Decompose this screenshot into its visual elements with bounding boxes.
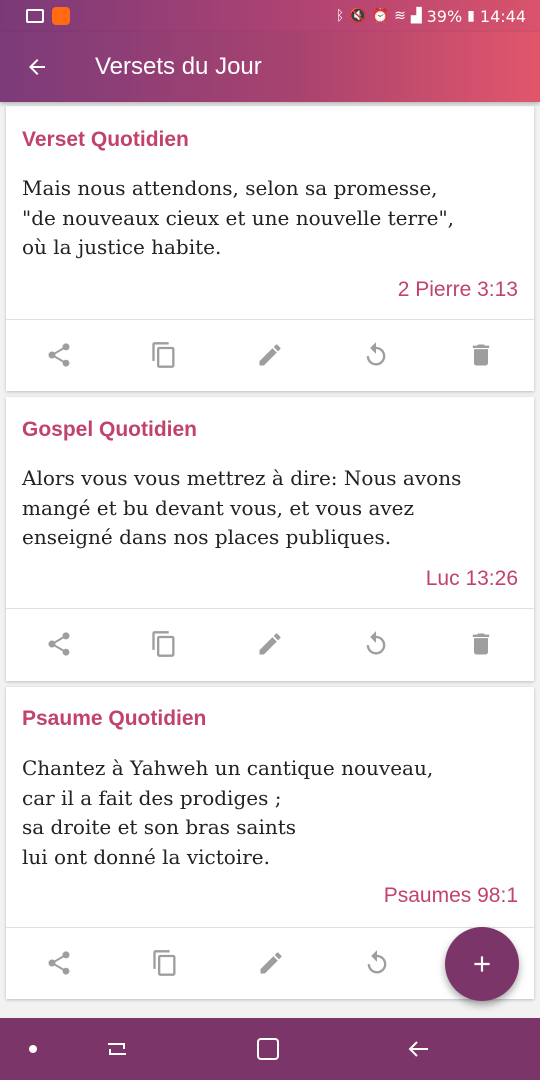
back-icon xyxy=(408,1041,428,1057)
gospel-card: Gospel Quotidien Alors vous vous mettrez… xyxy=(6,397,534,681)
signal-icon: ▟ xyxy=(410,8,422,24)
image-icon xyxy=(26,9,44,23)
card-actions xyxy=(6,609,534,679)
share-icon xyxy=(48,632,70,656)
copy-button[interactable] xyxy=(112,609,218,679)
refresh-icon xyxy=(366,342,385,366)
copy-icon xyxy=(152,631,175,657)
system-nav-bar xyxy=(0,1018,540,1080)
battery-percent: 39% xyxy=(426,6,463,26)
card-text: Chantez à Yahweh un cantique nouveau, ca… xyxy=(22,756,434,869)
edit-icon xyxy=(259,344,281,366)
copy-button[interactable] xyxy=(112,320,218,390)
card-reference: 2 Pierre 3:13 xyxy=(397,278,518,301)
recent-apps-button[interactable] xyxy=(92,1018,142,1080)
copy-button[interactable] xyxy=(112,928,218,998)
nav-dot-button[interactable] xyxy=(18,1018,48,1080)
share-icon xyxy=(48,951,70,975)
card-text: Mais nous attendons, selon sa promesse, … xyxy=(22,176,455,259)
card-heading: Verset Quotidien xyxy=(22,128,189,151)
delete-icon xyxy=(473,633,490,655)
plus-icon xyxy=(474,956,490,972)
recent-apps-icon xyxy=(108,1043,126,1055)
card-actions xyxy=(6,320,534,390)
add-button[interactable] xyxy=(445,927,519,1001)
edit-icon xyxy=(260,952,282,974)
back-button[interactable] xyxy=(0,32,74,102)
refresh-icon xyxy=(367,950,387,974)
battery-icon: ▮ xyxy=(467,8,475,24)
edit-icon xyxy=(259,633,281,655)
copy-icon xyxy=(152,342,175,368)
card-reference: Psaumes 98:1 xyxy=(383,884,518,907)
verse-card: Verset Quotidien Mais nous attendons, se… xyxy=(6,106,534,391)
delete-button[interactable] xyxy=(428,609,534,679)
arrow-back-icon xyxy=(29,59,45,75)
page-title: Versets du Jour xyxy=(95,53,262,80)
nav-back-button[interactable] xyxy=(394,1018,444,1080)
delete-button[interactable] xyxy=(428,320,534,390)
app-bar: Versets du Jour xyxy=(0,32,540,102)
status-bar: ᛒ 🔇 ⏰ ≋ ▟ 39% ▮ 14:44 xyxy=(0,0,540,32)
home-button[interactable] xyxy=(243,1018,293,1080)
refresh-button[interactable] xyxy=(323,609,429,679)
delete-icon xyxy=(473,344,490,366)
share-button[interactable] xyxy=(6,320,112,390)
mute-icon: 🔇 xyxy=(349,8,367,24)
share-button[interactable] xyxy=(6,928,112,998)
home-icon xyxy=(257,1038,279,1060)
refresh-icon xyxy=(366,631,385,655)
share-button[interactable] xyxy=(6,609,112,679)
share-icon xyxy=(48,343,70,367)
card-reference: Luc 13:26 xyxy=(425,567,518,590)
refresh-button[interactable] xyxy=(323,320,429,390)
card-heading: Psaume Quotidien xyxy=(22,707,207,730)
clock: 14:44 xyxy=(479,6,526,26)
wifi-icon: ≋ xyxy=(394,8,406,24)
card-text: Alors vous vous mettrez à dire: Nous avo… xyxy=(22,466,462,549)
card-heading: Gospel Quotidien xyxy=(22,418,198,441)
alarm-icon: ⏰ xyxy=(371,8,390,24)
edit-button[interactable] xyxy=(218,928,324,998)
edit-button[interactable] xyxy=(217,609,323,679)
edit-button[interactable] xyxy=(217,320,323,390)
refresh-button[interactable] xyxy=(324,928,430,998)
app-notification-icon xyxy=(52,7,70,25)
dot-icon xyxy=(29,1045,37,1053)
copy-icon xyxy=(153,950,176,976)
bluetooth-icon: ᛒ xyxy=(335,8,345,24)
